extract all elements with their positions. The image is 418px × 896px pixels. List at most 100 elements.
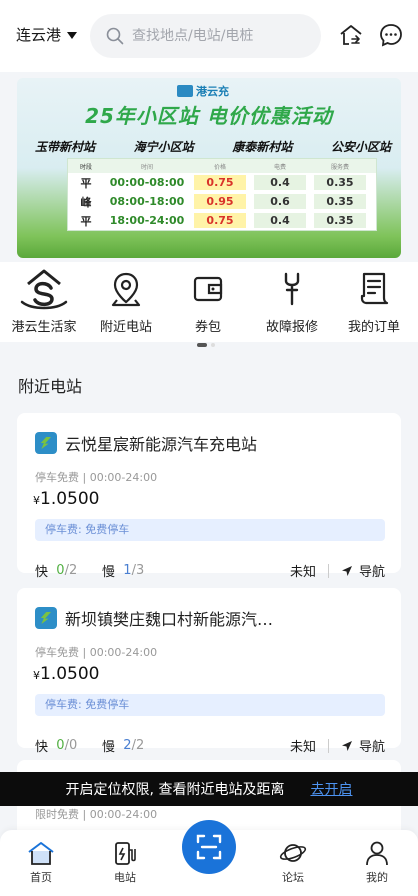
tab-label: 我的: [366, 871, 388, 884]
navigate-label: 导航: [358, 565, 385, 580]
wrench-icon: [284, 272, 300, 306]
quick-menu: 港云生活家 附近电站 券包 故障报修 我的订单: [0, 262, 418, 342]
row-time: 08:00-18:00: [109, 195, 185, 208]
price-table: 时段 时间 价格 电费 服务费 平 00:00-08:00 0.75 0.4 0…: [67, 158, 377, 231]
slow-total: /3: [131, 563, 145, 578]
header: 连云港: [0, 0, 418, 72]
row-time: 18:00-24:00: [109, 214, 185, 227]
row-time: 00:00-08:00: [109, 176, 185, 189]
quick-item-label: 港云生活家: [11, 320, 77, 335]
tab-label: 电站: [114, 871, 136, 884]
location-permission-bar: 开启定位权限, 查看附近电站及距离 去开启: [0, 772, 418, 806]
navigate-label: 导航: [358, 740, 385, 755]
home-icon: [28, 842, 54, 865]
row-price: 0.75: [194, 213, 246, 228]
slow-free: 2: [123, 738, 132, 753]
nearby-section-title: 附近电站: [18, 377, 83, 396]
banner-logo-text: 港云充: [196, 85, 229, 98]
station-card[interactable]: 云悦星宸新能源汽车充电站 停车免费 | 00:00-24:00 ¥1.0500 …: [17, 413, 401, 580]
caret-down-icon: [67, 32, 78, 39]
station-card[interactable]: 新坝镇樊庄魏口村新能源汽… 停车免费 | 00:00-24:00 ¥1.0500…: [17, 588, 401, 755]
th-elec: 电费: [273, 163, 286, 171]
station-name: 云悦星宸新能源汽车充电站: [65, 435, 258, 454]
row-elec: 0.4: [254, 175, 306, 190]
scan-button[interactable]: [182, 820, 236, 874]
promo-banner[interactable]: 港云充 25年小区站 电价优惠活动 玉带新村站 海宁小区站 康泰新村站 公安小区…: [17, 78, 401, 258]
price-currency: ¥: [33, 494, 40, 507]
quick-item-label: 我的订单: [347, 320, 400, 335]
fast-total: /2: [64, 563, 78, 578]
station-brand-icon: [35, 432, 57, 454]
price-table-header: 时段 时间 价格 电费 服务费: [68, 159, 376, 173]
tab-forum[interactable]: 论坛: [263, 840, 323, 885]
planet-icon: [279, 844, 307, 862]
price-row: 平 18:00-24:00 0.75 0.4 0.35: [68, 211, 376, 230]
row-service: 0.35: [314, 213, 366, 228]
banner-title: 25年小区站 电价优惠活动: [85, 104, 333, 128]
scan-icon: [196, 834, 222, 860]
price-value: 1.0500: [40, 664, 100, 684]
quick-item-repair[interactable]: 故障报修: [250, 268, 334, 335]
price-row: 平 00:00-08:00 0.75 0.4 0.35: [68, 173, 376, 192]
row-period: 平: [80, 176, 92, 190]
row-service: 0.35: [314, 194, 366, 209]
life-icon: [20, 269, 68, 310]
row-elec: 0.4: [254, 213, 306, 228]
tab-label: 论坛: [282, 871, 304, 884]
order-icon: [360, 272, 389, 305]
distance-text: 未知: [289, 565, 316, 580]
station-meta: 停车免费 | 00:00-24:00: [35, 471, 158, 484]
banner-station: 康泰新村站: [232, 140, 293, 154]
row-price: 0.75: [194, 175, 246, 190]
wallet-icon: [193, 276, 223, 302]
message-icon[interactable]: [378, 22, 404, 48]
tab-station[interactable]: 电站: [95, 840, 155, 885]
quick-item-label: 故障报修: [265, 320, 318, 335]
banner-station: 玉带新村站: [35, 140, 96, 154]
quick-item-orders[interactable]: 我的订单: [332, 268, 416, 335]
quick-item-coupons[interactable]: 券包: [166, 268, 250, 335]
navigate-button[interactable]: 未知 导航: [290, 561, 385, 580]
quick-item-label: 券包: [194, 320, 221, 335]
station-name-row: 云悦星宸新能源汽车充电站: [35, 431, 257, 455]
fast-label: 快: [35, 565, 49, 580]
quick-item-label: 附近电站: [99, 320, 152, 335]
navigate-button[interactable]: 未知 导航: [290, 736, 385, 755]
th-price: 价格: [213, 163, 226, 171]
tab-label: 首页: [30, 871, 52, 884]
navigation-arrow-icon: [341, 740, 352, 751]
fast-free: 0: [56, 563, 65, 578]
fast-total: /0: [64, 738, 78, 753]
slow-label: 慢: [102, 740, 116, 755]
brand-logo-icon: [177, 85, 193, 97]
row-price: 0.95: [194, 194, 246, 209]
distance-text: 未知: [289, 740, 316, 755]
quick-item-nearby[interactable]: 附近电站: [84, 268, 168, 335]
price-row: 峰 08:00-18:00 0.95 0.6 0.35: [68, 192, 376, 211]
row-period: 平: [80, 214, 92, 228]
tab-home[interactable]: 首页: [11, 840, 71, 885]
slow-label: 慢: [102, 565, 116, 580]
enable-location-link[interactable]: 去开启: [310, 779, 352, 799]
user-icon: [366, 841, 388, 866]
banner-stations: 玉带新村站 海宁小区站 康泰新村站 公安小区站: [35, 138, 391, 155]
banner-station: 海宁小区站: [133, 140, 194, 154]
banner-logo: 港云充: [177, 83, 229, 99]
station-availability: 快 0/2 慢 1/3 未知 导航: [35, 561, 385, 580]
quick-item-life[interactable]: 港云生活家: [2, 268, 86, 335]
parking-tag: 停车费: 免费停车: [35, 519, 385, 541]
slow-total: /2: [131, 738, 145, 753]
station-price: ¥1.0500: [33, 664, 99, 684]
slow-free: 1: [123, 563, 132, 578]
fast-label: 快: [35, 740, 49, 755]
switch-home-icon[interactable]: [338, 22, 364, 48]
station-availability: 快 0/0 慢 2/2 未知 导航: [35, 736, 385, 755]
city-selector[interactable]: 连云港: [16, 24, 78, 45]
tab-mine[interactable]: 我的: [347, 840, 407, 885]
station-name: 新坝镇樊庄魏口村新能源汽…: [65, 610, 274, 629]
search-bar[interactable]: [90, 14, 321, 58]
row-service: 0.35: [314, 175, 366, 190]
fast-free: 0: [56, 738, 65, 753]
location-prompt-text: 开启定位权限, 查看附近电站及距离: [65, 782, 285, 798]
search-input[interactable]: [132, 28, 302, 44]
